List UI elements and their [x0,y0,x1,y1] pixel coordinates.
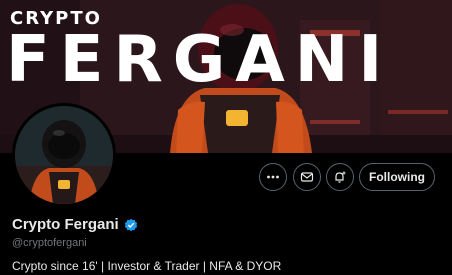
verified-badge-icon[interactable] [124,218,138,232]
display-name: Crypto Fergani [12,216,119,233]
following-button[interactable]: Following [359,163,435,191]
envelope-icon [300,172,314,182]
profile-handle: @cryptofergani [12,237,87,249]
profile-bio: Crypto since 16' | Investor & Trader | N… [12,259,282,273]
message-button[interactable] [293,163,321,191]
notifications-button[interactable] [326,163,354,191]
profile-name-row: Crypto Fergani [12,216,138,233]
profile-avatar[interactable] [12,103,116,207]
banner-brand-title: FERGANI [6,23,393,97]
more-icon [267,175,279,179]
more-options-button[interactable] [259,163,287,191]
avatar-astronaut-image [15,106,113,204]
bell-plus-icon [335,171,346,183]
